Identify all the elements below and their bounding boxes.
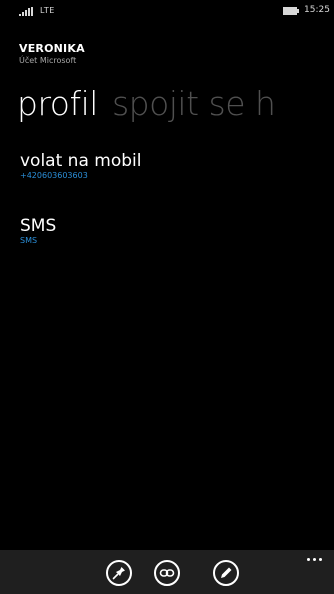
app-bar: [0, 550, 334, 594]
call-mobile-title: volat na mobil: [20, 151, 142, 171]
signal-icon: [19, 7, 33, 16]
status-bar: LTE 15:25: [0, 0, 334, 22]
pin-icon: [112, 567, 125, 580]
edit-button[interactable]: [213, 560, 239, 586]
pivot-headers: profil spojit se h: [17, 84, 289, 123]
sms-action[interactable]: SMS SMS: [20, 216, 56, 246]
account-name: VERONIKA: [19, 42, 85, 55]
more-icon[interactable]: [307, 556, 323, 562]
link-icon: [159, 569, 175, 577]
pivot-tab-connect[interactable]: spojit se h: [112, 84, 276, 123]
battery-icon: [283, 7, 299, 15]
link-button[interactable]: [154, 560, 180, 586]
edit-icon: [221, 567, 232, 578]
status-clock: 15:25: [304, 5, 330, 15]
call-mobile-action[interactable]: volat na mobil +420603603603: [20, 151, 141, 181]
account-type: Účet Microsoft: [19, 56, 77, 65]
sms-subtitle: SMS: [20, 236, 38, 245]
sms-title: SMS: [20, 216, 57, 236]
pivot-tab-profil[interactable]: profil: [17, 84, 98, 123]
network-type-label: LTE: [40, 6, 55, 15]
call-mobile-number: +420603603603: [20, 171, 88, 180]
pin-button[interactable]: [106, 560, 132, 586]
